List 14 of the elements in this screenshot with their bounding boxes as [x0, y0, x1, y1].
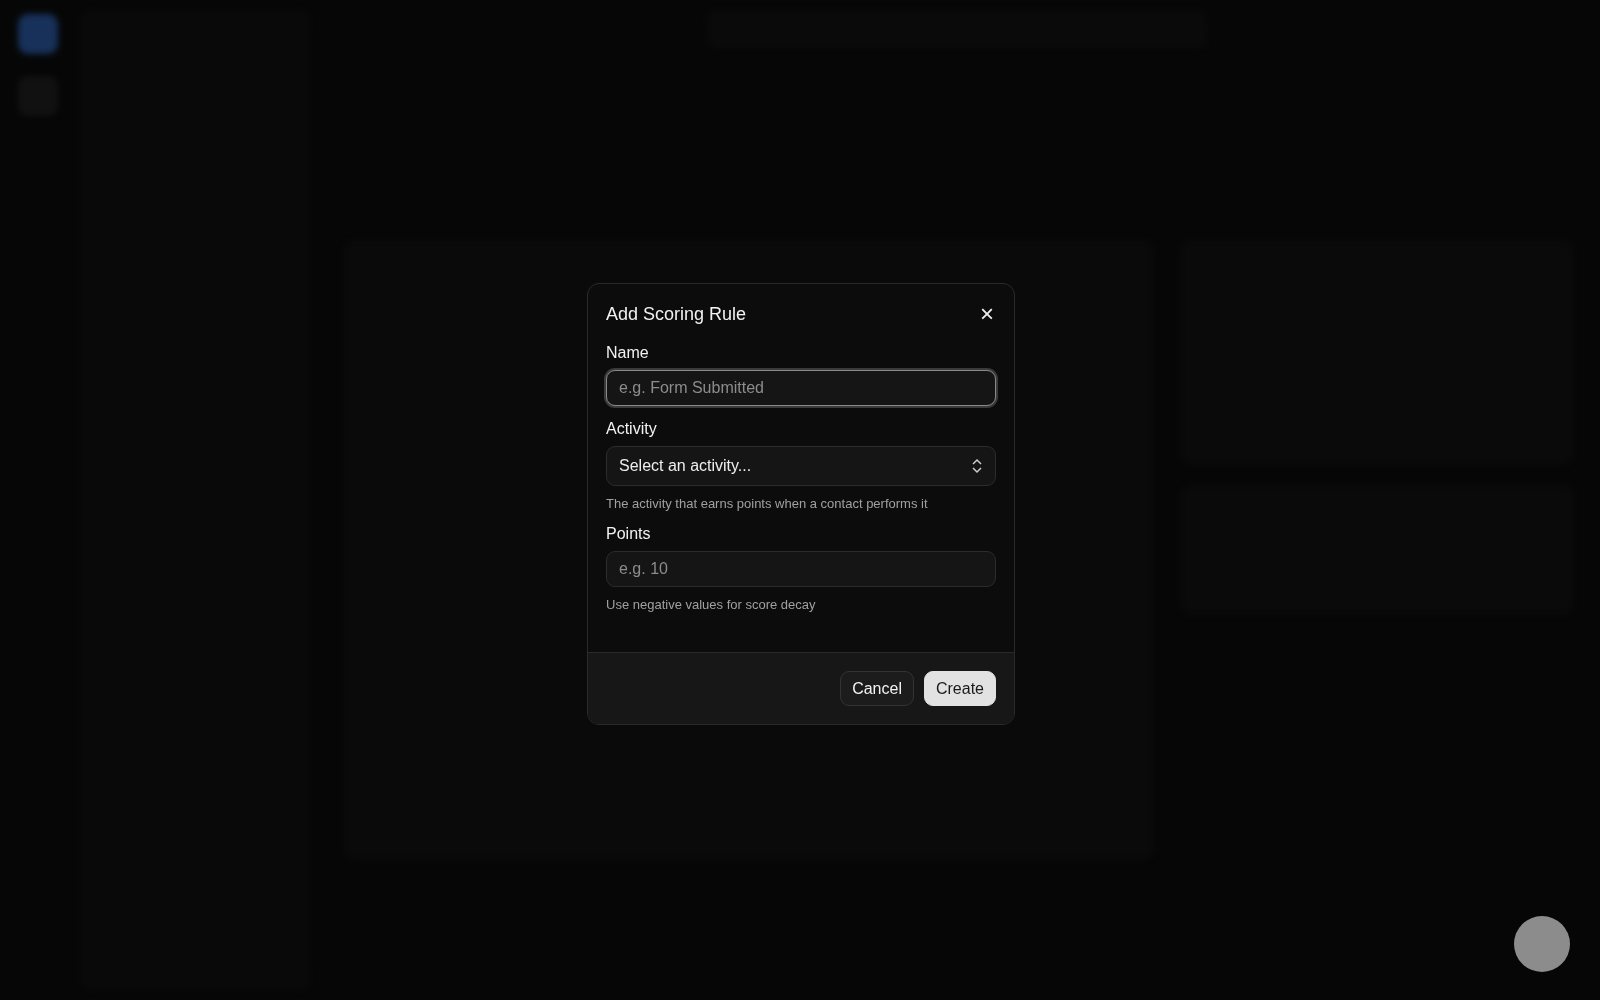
select-field[interactable]: Select an activity... [606, 446, 996, 486]
field-hint: Use negative values for score decay [606, 597, 817, 612]
dialog-title: Add Scoring Rule [606, 303, 747, 325]
field-hint: The activity that earns points when a contact performs it [606, 496, 929, 511]
cancel-button[interactable]: Cancel [840, 671, 914, 706]
input-field[interactable]: e.g. Form Submitted [606, 370, 996, 406]
field-label: Activity [606, 420, 658, 438]
create-button[interactable]: Create [923, 671, 996, 706]
input-field[interactable]: e.g. 10 [606, 551, 996, 587]
close-button[interactable]: × [978, 302, 996, 326]
field-label: Points [606, 525, 652, 543]
floating-button[interactable] [1514, 916, 1570, 972]
chevron-up-down-icon [971, 458, 983, 474]
field-label: Name [606, 344, 650, 362]
